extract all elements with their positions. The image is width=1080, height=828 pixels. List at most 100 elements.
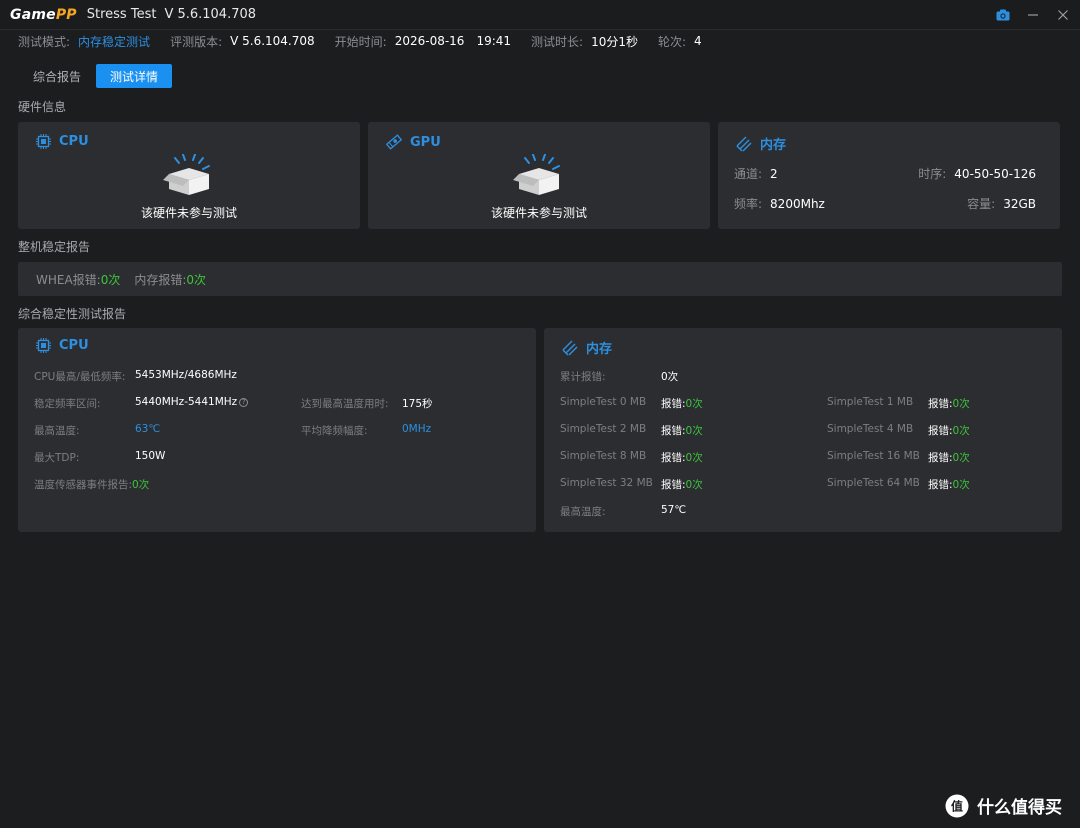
gpu-icon xyxy=(386,134,402,150)
empty-box-icon xyxy=(163,154,210,195)
frequency-label: 频率: xyxy=(734,197,763,211)
cpu-max-min-freq-label: CPU最高/最低频率: xyxy=(34,371,126,383)
smzdm-logo-icon: 值 xyxy=(945,794,969,817)
cpu-chip-icon xyxy=(36,338,51,353)
simpletest-name: SimpleTest 1 MB xyxy=(827,396,914,408)
eval-version-value: V 5.6.104.708 xyxy=(230,34,315,48)
gpu-hardware-card: GPU 该硬件未参与测试 xyxy=(368,122,710,229)
avg-throttle-label: 平均降频幅度: xyxy=(301,425,368,437)
cpu-chip-icon xyxy=(36,134,51,149)
app-logo: GamePP xyxy=(10,6,77,23)
cpu-max-min-freq-value: 5453MHz/4686MHz xyxy=(135,369,237,381)
camera-icon xyxy=(996,9,1010,21)
mode-label: 测试模式: xyxy=(18,34,71,49)
frequency-value: 8200Mhz xyxy=(770,197,825,211)
start-time-value: 19:41 xyxy=(476,34,512,48)
memory-max-temp-label: 最高温度: xyxy=(560,506,606,518)
cpu-card-title: CPU xyxy=(59,134,89,149)
total-error-label: 累计报错: xyxy=(560,371,606,383)
app-version: V 5.6.104.708 xyxy=(164,7,257,22)
screenshot-button[interactable] xyxy=(990,0,1016,30)
memory-stick-icon xyxy=(736,136,752,151)
simpletest-error-value: 0次 xyxy=(685,425,703,437)
simpletest-error-value: 0次 xyxy=(952,398,970,410)
window-controls xyxy=(990,0,1080,30)
hardware-section-title: 硬件信息 xyxy=(18,100,67,114)
simpletest-error-value: 0次 xyxy=(685,398,703,410)
error-label: 报错: xyxy=(928,479,953,491)
start-date-value: 2026-08-16 xyxy=(394,34,465,48)
max-temp-time-label: 达到最高温度用时: xyxy=(301,398,389,410)
cpu-report-card: CPU CPU最高/最低频率: 5453MHz/4686MHz 稳定频率区间: … xyxy=(18,328,536,532)
simpletest-error-value: 0次 xyxy=(952,452,970,464)
stable-range-label: 稳定频率区间: xyxy=(34,398,101,410)
memory-report-card: 内存 累计报错: 0次 SimpleTest 0 MB 报错:0次 Simple… xyxy=(544,328,1062,532)
simpletest-error-value: 0次 xyxy=(685,452,703,464)
close-button[interactable] xyxy=(1050,0,1076,30)
cpu-hardware-card: CPU 该硬件未参与测试 xyxy=(18,122,360,229)
capacity-label: 容量: xyxy=(967,197,996,211)
cpu-max-temp-label: 最高温度: xyxy=(34,425,80,437)
empty-box-icon xyxy=(513,154,560,195)
sensor-event-value: 0次 xyxy=(132,479,150,491)
watermark-badge: 值 xyxy=(951,798,963,813)
report-section-title: 综合稳定性测试报告 xyxy=(18,307,127,321)
max-tdp-label: 最大TDP: xyxy=(34,452,80,464)
cpu-not-tested-text: 该硬件未参与测试 xyxy=(140,206,237,220)
stability-bar: WHEA报错: 0次 内存报错: 0次 xyxy=(18,262,1062,296)
timing-value: 40-50-50-126 xyxy=(954,167,1036,181)
sensor-event-label: 温度传感器事件报告: xyxy=(34,479,133,491)
channel-value: 2 xyxy=(770,167,778,181)
tab-test-details[interactable]: 测试详情 xyxy=(96,64,173,88)
channel-label: 通道: xyxy=(734,167,763,181)
total-error-value: 0次 xyxy=(661,371,679,383)
watermark-text: 什么值得买 xyxy=(977,798,1062,818)
app-title: Stress Test xyxy=(86,7,157,22)
stability-section-title: 整机稳定报告 xyxy=(18,240,91,254)
simpletest-name: SimpleTest 32 MB xyxy=(560,477,653,489)
simpletest-name: SimpleTest 4 MB xyxy=(827,423,914,435)
test-info-bar: 测试模式: 内存稳定测试 评测版本: V 5.6.104.708 开始时间: 2… xyxy=(18,30,722,52)
simpletest-name: SimpleTest 64 MB xyxy=(827,477,920,489)
start-time-label: 开始时间: xyxy=(334,34,387,49)
simpletest-name: SimpleTest 8 MB xyxy=(560,450,647,462)
capacity-value: 32GB xyxy=(1003,197,1036,211)
simpletest-name: SimpleTest 16 MB xyxy=(827,450,920,462)
whea-value: 0次 xyxy=(100,272,121,287)
max-tdp-value: 150W xyxy=(135,450,166,462)
help-icon[interactable]: ? xyxy=(239,398,249,407)
error-label: 报错: xyxy=(661,452,686,464)
rounds-value: 4 xyxy=(694,34,702,48)
gpu-card-title: GPU xyxy=(410,134,441,150)
error-label: 报错: xyxy=(661,479,686,491)
simpletest-error-value: 0次 xyxy=(952,479,970,491)
simpletest-error-value: 0次 xyxy=(685,479,703,491)
memory-stick-icon xyxy=(562,340,578,355)
tab-summary-report[interactable]: 综合报告 xyxy=(22,64,92,88)
stable-range-value: 5440MHz-5441MHz xyxy=(135,396,238,408)
error-label: 报错: xyxy=(928,398,953,410)
cpu-report-title: CPU xyxy=(59,338,89,353)
memory-hardware-card: 内存 通道: 2 时序: 40-50-50-126 频率: 8200Mhz 容量: 32… xyxy=(718,122,1060,229)
error-label: 报错: xyxy=(661,398,686,410)
rounds-label: 轮次: xyxy=(658,34,687,49)
gpu-not-tested-text: 该硬件未参与测试 xyxy=(490,206,587,220)
mem-error-value: 0次 xyxy=(186,272,207,287)
error-label: 报错: xyxy=(661,425,686,437)
title-bar: GamePP Stress Test V 5.6.104.708 xyxy=(0,0,1080,30)
memory-card-title: 内存 xyxy=(760,138,787,153)
timing-label: 时序: xyxy=(918,167,947,181)
max-temp-time-value: 175秒 xyxy=(402,398,433,410)
error-label: 报错: xyxy=(928,425,953,437)
memory-max-temp-value: 57℃ xyxy=(661,504,687,516)
avg-throttle-value: 0MHz xyxy=(402,423,432,435)
whea-label: WHEA报错: xyxy=(36,272,101,287)
minimize-icon xyxy=(1028,14,1038,16)
minimize-button[interactable] xyxy=(1020,0,1046,30)
close-icon xyxy=(1058,10,1068,20)
memory-report-title: 内存 xyxy=(586,342,613,357)
mem-error-label: 内存报错: xyxy=(134,272,187,287)
eval-version-label: 评测版本: xyxy=(170,34,223,49)
duration-label: 测试时长: xyxy=(531,34,584,49)
watermark: 值 什么值得买 xyxy=(945,793,1062,818)
